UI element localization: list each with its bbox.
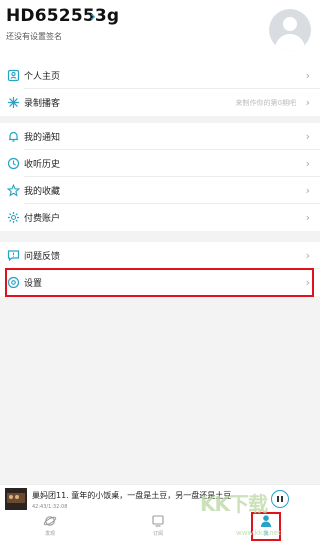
star-icon	[7, 184, 20, 197]
profile-header: HD652553g › 还没有设置签名	[0, 0, 320, 62]
menu-label: 付费账户	[24, 214, 61, 224]
bell-icon	[9, 131, 18, 142]
watermark-url: www.kkx.net	[236, 529, 281, 537]
tab-subscribe[interactable]: 订阅	[138, 514, 178, 537]
planet-icon	[43, 516, 57, 526]
settings-highlight-box	[5, 268, 314, 297]
track-time: 42:43/1:32:08	[32, 504, 68, 510]
menu-item-notify[interactable]: 我的通知 ›	[0, 123, 320, 150]
menu-label: 个人主页	[24, 72, 61, 82]
gear-icon	[8, 212, 19, 223]
chevron-right-icon: ›	[305, 157, 310, 170]
menu-label: 录制播客	[24, 99, 61, 109]
chevron-right-icon: ›	[305, 69, 310, 82]
mini-player[interactable]: 巢妈团11. 童年的小饭桌，一盘是土豆，另一盘还是土豆 42:43/1:32:0…	[0, 484, 320, 513]
menu-label: 我的通知	[24, 133, 61, 143]
menu-group-1: 个人主页 › 录制播客 来制作你的第0期吧 ›	[0, 62, 320, 116]
menu-group-2: 我的通知 › 收听历史 › 我的收藏 › 付费账户 ›	[0, 123, 320, 231]
feedback-icon	[7, 250, 20, 262]
avatar[interactable]	[269, 9, 311, 51]
signature-text[interactable]: 还没有设置签名	[6, 31, 62, 42]
clock-icon	[7, 157, 20, 170]
menu-item-history[interactable]: 收听历史 ›	[0, 150, 320, 177]
record-hint: 来制作你的第0期吧	[235, 98, 296, 107]
menu-item-record[interactable]: 录制播客 来制作你的第0期吧 ›	[0, 89, 320, 116]
tv-icon	[152, 515, 164, 527]
chevron-right-icon: ›	[305, 184, 310, 197]
chevron-right-icon[interactable]: ›	[90, 9, 96, 25]
menu-label: 我的收藏	[24, 187, 61, 197]
menu-item-favorite[interactable]: 我的收藏 ›	[0, 177, 320, 204]
menu-label: 问题反馈	[24, 252, 61, 262]
username[interactable]: HD652553g	[6, 6, 119, 26]
menu-label: 收听历史	[24, 160, 61, 170]
record-star-icon	[8, 97, 19, 108]
album-cover[interactable]	[5, 488, 27, 510]
tab-label: 发现	[44, 531, 55, 537]
chevron-right-icon: ›	[305, 249, 310, 262]
tab-label: 订阅	[152, 531, 163, 537]
chevron-right-icon: ›	[305, 96, 310, 109]
menu-item-homepage[interactable]: 个人主页 ›	[0, 62, 320, 89]
menu-item-payment[interactable]: 付费账户 ›	[0, 204, 320, 231]
tab-discover[interactable]: 发现	[30, 514, 70, 537]
chevron-right-icon: ›	[305, 130, 310, 143]
watermark-logo: KK下载	[200, 492, 268, 516]
menu-item-feedback[interactable]: 问题反馈 ›	[0, 242, 320, 269]
pause-button[interactable]	[271, 490, 289, 508]
person-card-icon	[7, 69, 20, 82]
chevron-right-icon: ›	[305, 211, 310, 224]
